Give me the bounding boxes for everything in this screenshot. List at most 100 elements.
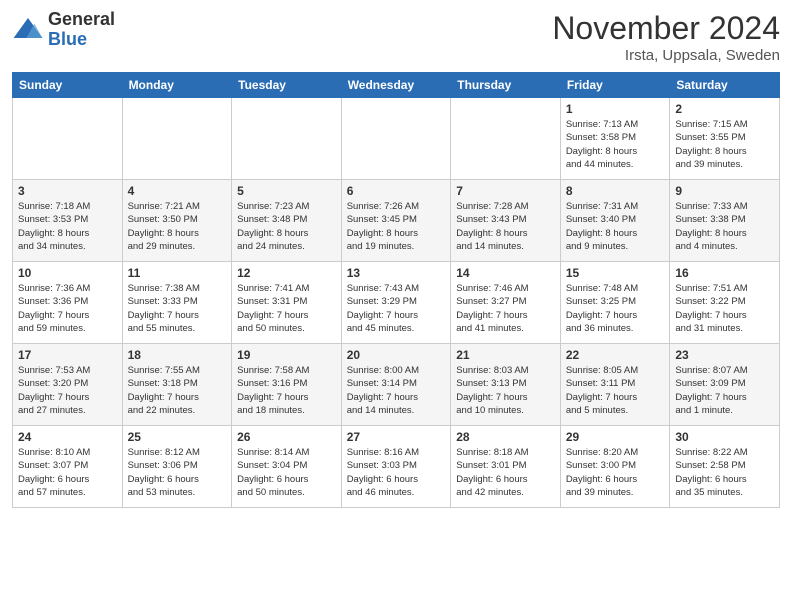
day-number: 30 [675,430,774,444]
day-info: Sunrise: 7:36 AM Sunset: 3:36 PM Dayligh… [18,282,117,335]
day-info: Sunrise: 8:16 AM Sunset: 3:03 PM Dayligh… [347,446,446,499]
day-info: Sunrise: 7:13 AM Sunset: 3:58 PM Dayligh… [566,118,665,171]
logo-text: General Blue [48,10,115,50]
day-info: Sunrise: 7:23 AM Sunset: 3:48 PM Dayligh… [237,200,336,253]
calendar-week-4: 24 Sunrise: 8:10 AM Sunset: 3:07 PM Dayli… [13,426,780,508]
day-number: 27 [347,430,446,444]
calendar-cell: 6 Sunrise: 7:26 AM Sunset: 3:45 PM Daylig… [341,180,451,262]
day-info: Sunrise: 7:55 AM Sunset: 3:18 PM Dayligh… [128,364,227,417]
day-info: Sunrise: 8:00 AM Sunset: 3:14 PM Dayligh… [347,364,446,417]
day-info: Sunrise: 7:51 AM Sunset: 3:22 PM Dayligh… [675,282,774,335]
day-number: 5 [237,184,336,198]
logo-general-label: General [48,10,115,30]
day-info: Sunrise: 8:12 AM Sunset: 3:06 PM Dayligh… [128,446,227,499]
page-container: General Blue November 2024 Irsta, Uppsal… [0,0,792,612]
header-row: Sunday Monday Tuesday Wednesday Thursday… [13,73,780,98]
col-monday: Monday [122,73,232,98]
calendar-cell: 25Sunrise: 8:12 AM Sunset: 3:06 PM Dayli… [122,426,232,508]
calendar-cell: 14 Sunrise: 7:46 AM Sunset: 3:27 PM Dayli… [451,262,561,344]
day-number: 20 [347,348,446,362]
day-info: Sunrise: 8:07 AM Sunset: 3:09 PM Dayligh… [675,364,774,417]
calendar-cell: 1Sunrise: 7:13 AM Sunset: 3:58 PM Daylig… [560,98,670,180]
calendar-cell [13,98,123,180]
calendar-week-2: 10 Sunrise: 7:36 AM Sunset: 3:36 PM Dayli… [13,262,780,344]
day-number: 29 [566,430,665,444]
day-number: 15 [566,266,665,280]
calendar-header: Sunday Monday Tuesday Wednesday Thursday… [13,73,780,98]
col-tuesday: Tuesday [232,73,342,98]
day-info: Sunrise: 7:38 AM Sunset: 3:33 PM Dayligh… [128,282,227,335]
day-info: Sunrise: 7:58 AM Sunset: 3:16 PM Dayligh… [237,364,336,417]
day-number: 8 [566,184,665,198]
calendar-cell: 28 Sunrise: 8:18 AM Sunset: 3:01 PM Dayli… [451,426,561,508]
day-info: Sunrise: 7:53 AM Sunset: 3:20 PM Dayligh… [18,364,117,417]
calendar-cell: 3Sunrise: 7:18 AM Sunset: 3:53 PM Daylig… [13,180,123,262]
day-info: Sunrise: 7:26 AM Sunset: 3:45 PM Dayligh… [347,200,446,253]
day-info: Sunrise: 8:20 AM Sunset: 3:00 PM Dayligh… [566,446,665,499]
day-number: 14 [456,266,555,280]
calendar-cell: 11 Sunrise: 7:38 AM Sunset: 3:33 PM Dayli… [122,262,232,344]
calendar-cell: 19 Sunrise: 7:58 AM Sunset: 3:16 PM Dayli… [232,344,342,426]
day-number: 22 [566,348,665,362]
calendar-cell: 30 Sunrise: 8:22 AM Sunset: 2:58 PM Dayli… [670,426,780,508]
day-info: Sunrise: 7:41 AM Sunset: 3:31 PM Dayligh… [237,282,336,335]
calendar-cell: 2 Sunrise: 7:15 AM Sunset: 3:55 PM Daylig… [670,98,780,180]
day-info: Sunrise: 7:18 AM Sunset: 3:53 PM Dayligh… [18,200,117,253]
calendar-week-0: 1Sunrise: 7:13 AM Sunset: 3:58 PM Daylig… [13,98,780,180]
day-number: 4 [128,184,227,198]
location-label: Irsta, Uppsala, Sweden [552,47,780,64]
calendar-cell: 13Sunrise: 7:43 AM Sunset: 3:29 PM Dayli… [341,262,451,344]
day-info: Sunrise: 8:18 AM Sunset: 3:01 PM Dayligh… [456,446,555,499]
calendar-cell: 26Sunrise: 8:14 AM Sunset: 3:04 PM Dayli… [232,426,342,508]
month-title: November 2024 [552,10,780,47]
day-number: 18 [128,348,227,362]
day-number: 19 [237,348,336,362]
calendar-week-3: 17 Sunrise: 7:53 AM Sunset: 3:20 PM Dayli… [13,344,780,426]
calendar-cell [122,98,232,180]
logo-icon [12,14,44,46]
day-info: Sunrise: 7:15 AM Sunset: 3:55 PM Dayligh… [675,118,774,171]
day-number: 24 [18,430,117,444]
calendar-cell: 8Sunrise: 7:31 AM Sunset: 3:40 PM Daylig… [560,180,670,262]
calendar-cell: 12 Sunrise: 7:41 AM Sunset: 3:31 PM Dayli… [232,262,342,344]
day-info: Sunrise: 8:10 AM Sunset: 3:07 PM Dayligh… [18,446,117,499]
calendar-cell: 24 Sunrise: 8:10 AM Sunset: 3:07 PM Dayli… [13,426,123,508]
day-number: 9 [675,184,774,198]
col-thursday: Thursday [451,73,561,98]
logo-blue-label: Blue [48,30,115,50]
calendar-cell: 10 Sunrise: 7:36 AM Sunset: 3:36 PM Dayli… [13,262,123,344]
day-number: 26 [237,430,336,444]
calendar-cell [451,98,561,180]
calendar-cell: 21Sunrise: 8:03 AM Sunset: 3:13 PM Dayli… [451,344,561,426]
title-block: November 2024 Irsta, Uppsala, Sweden [552,10,780,64]
calendar-cell: 18 Sunrise: 7:55 AM Sunset: 3:18 PM Dayli… [122,344,232,426]
calendar-week-1: 3Sunrise: 7:18 AM Sunset: 3:53 PM Daylig… [13,180,780,262]
day-number: 2 [675,102,774,116]
calendar-cell: 17 Sunrise: 7:53 AM Sunset: 3:20 PM Dayli… [13,344,123,426]
day-info: Sunrise: 7:21 AM Sunset: 3:50 PM Dayligh… [128,200,227,253]
day-number: 12 [237,266,336,280]
calendar-cell: 16 Sunrise: 7:51 AM Sunset: 3:22 PM Dayli… [670,262,780,344]
calendar-cell [232,98,342,180]
day-info: Sunrise: 8:22 AM Sunset: 2:58 PM Dayligh… [675,446,774,499]
calendar-cell: 15 Sunrise: 7:48 AM Sunset: 3:25 PM Dayli… [560,262,670,344]
day-number: 7 [456,184,555,198]
day-info: Sunrise: 7:46 AM Sunset: 3:27 PM Dayligh… [456,282,555,335]
day-number: 23 [675,348,774,362]
calendar-table: Sunday Monday Tuesday Wednesday Thursday… [12,72,780,508]
day-number: 28 [456,430,555,444]
header: General Blue November 2024 Irsta, Uppsal… [12,10,780,64]
day-number: 21 [456,348,555,362]
day-info: Sunrise: 7:48 AM Sunset: 3:25 PM Dayligh… [566,282,665,335]
calendar-cell [341,98,451,180]
day-number: 11 [128,266,227,280]
day-number: 17 [18,348,117,362]
calendar-cell: 20 Sunrise: 8:00 AM Sunset: 3:14 PM Dayli… [341,344,451,426]
day-number: 10 [18,266,117,280]
day-info: Sunrise: 7:28 AM Sunset: 3:43 PM Dayligh… [456,200,555,253]
calendar-cell: 4 Sunrise: 7:21 AM Sunset: 3:50 PM Daylig… [122,180,232,262]
day-number: 16 [675,266,774,280]
day-number: 6 [347,184,446,198]
calendar-cell: 27 Sunrise: 8:16 AM Sunset: 3:03 PM Dayli… [341,426,451,508]
calendar-body: 1Sunrise: 7:13 AM Sunset: 3:58 PM Daylig… [13,98,780,508]
